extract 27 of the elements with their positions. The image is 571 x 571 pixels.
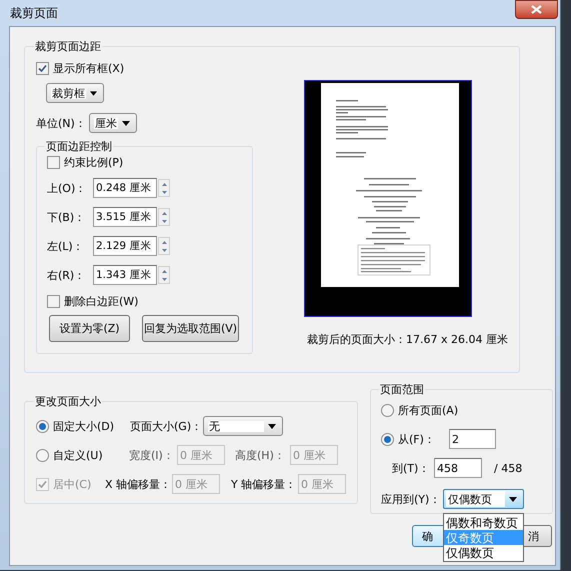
radio-label: 所有页面(A) (398, 405, 458, 416)
field-label: Y 轴偏移量： (231, 478, 298, 490)
field-label: 宽度(I)： (129, 450, 175, 460)
field-label: 应用到(Y)： (381, 494, 442, 504)
group-title: 页面范围 (379, 384, 425, 395)
radio-label: 自定义(U) (53, 450, 103, 460)
field-label: 左(L)： (47, 240, 85, 252)
field-label: 到(T)： (392, 462, 430, 474)
field-label: 右(R)： (47, 270, 86, 280)
group-title: 裁剪页面边距 (34, 41, 102, 52)
radio-label: 固定大小(D) (53, 420, 114, 432)
page-size-caption: 裁剪后的页面大小：17.67 x 26.04 厘米 (307, 334, 508, 345)
field-label: 上(O)： (47, 182, 88, 194)
field-label: 单位(N)： (36, 118, 87, 128)
radio-label: 从(F)： (398, 434, 435, 444)
page-total: / 458 (494, 462, 522, 474)
checkbox-label: 显示所有框(X) (53, 63, 124, 74)
field-label: 高度(H)： (235, 450, 286, 460)
field-label: 页面大小(G)： (130, 420, 203, 432)
window-title: 裁剪页面 (10, 7, 58, 19)
checkbox-label: 居中(C) (53, 478, 92, 490)
checkbox-label: 约束比例(P) (64, 157, 124, 168)
group-title: 更改页面大小 (34, 396, 102, 407)
field-label: 下(B)： (47, 212, 86, 222)
group-title: 页面边距控制 (45, 141, 113, 152)
checkbox-label: 删除白边距(W) (64, 296, 138, 307)
field-label: X 轴偏移量： (105, 478, 172, 490)
